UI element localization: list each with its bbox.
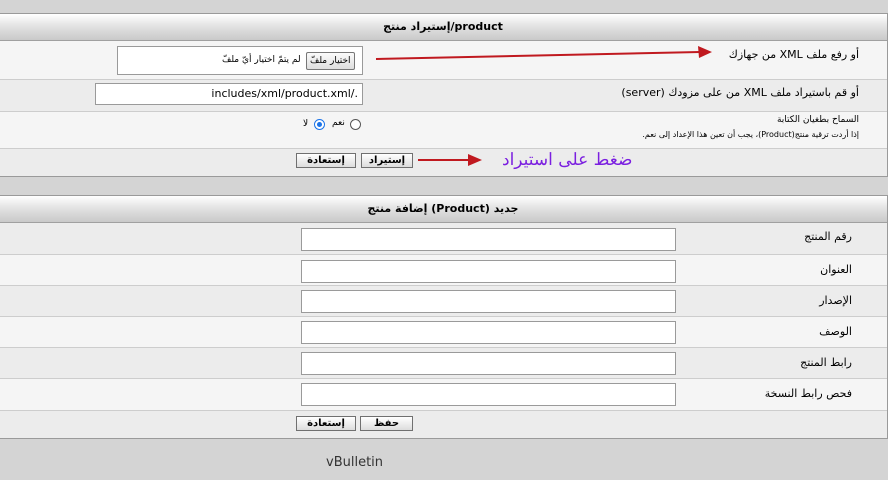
import-arrowhead [468, 154, 482, 166]
field-row: الوصف [0, 317, 887, 348]
add-buttons-row: حفظ إستعادة [0, 411, 887, 438]
product-url-label: رابط المنتج [800, 356, 852, 369]
title-label: العنوان [820, 263, 852, 276]
import-annotation: ضغط على استيراد [502, 150, 633, 170]
save-button[interactable]: حفظ [360, 416, 413, 431]
add-product-panel: إضافة منتج (Product) جديد رقم المنتج الع… [0, 195, 888, 439]
upload-arrow [375, 51, 701, 60]
add-reset-button[interactable]: إستعادة [296, 416, 356, 431]
product-id-label: رقم المنتج [804, 230, 852, 243]
title-input[interactable] [301, 260, 676, 283]
description-label: الوصف [819, 325, 852, 338]
product-url-input[interactable] [301, 352, 676, 375]
add-product-title: إضافة منتج (Product) جديد [0, 196, 887, 223]
version-input[interactable] [301, 290, 676, 313]
upload-arrowhead [698, 46, 712, 58]
description-input[interactable] [301, 321, 676, 344]
version-check-url-label: فحص رابط النسخة [764, 387, 852, 400]
field-row: رقم المنتج [0, 223, 887, 255]
field-row: رابط المنتج [0, 348, 887, 379]
product-id-input[interactable] [301, 228, 676, 251]
footer-brand: vBulletin [326, 455, 384, 470]
version-label: الإصدار [819, 294, 852, 307]
field-row: العنوان [0, 255, 887, 286]
field-row: فحص رابط النسخة [0, 379, 887, 411]
field-row: الإصدار [0, 286, 887, 317]
version-check-url-input[interactable] [301, 383, 676, 406]
